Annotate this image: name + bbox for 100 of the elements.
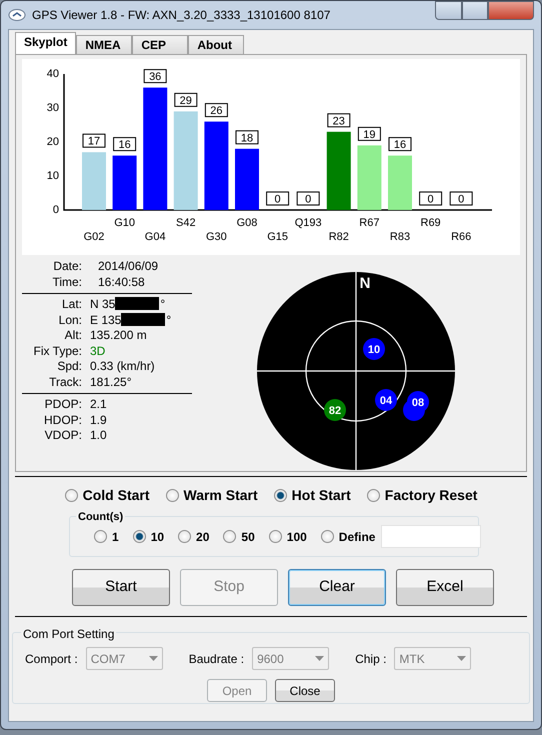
value-label: 36 xyxy=(144,69,167,84)
data-label: 16 xyxy=(118,139,131,152)
caret-icon xyxy=(457,656,466,661)
category-label: R83 xyxy=(390,231,410,243)
caret-icon xyxy=(315,656,324,661)
group-title: Count(s) xyxy=(76,509,126,526)
field-label: Time: xyxy=(51,274,82,290)
field-label: Alt: xyxy=(64,328,82,344)
field-value: 1.0 xyxy=(90,428,107,444)
maximize-button[interactable] xyxy=(462,1,488,20)
field-label: Chip : xyxy=(355,650,386,668)
redaction-block xyxy=(121,312,166,326)
data-label: 18 xyxy=(240,132,254,144)
degree-sign: ° xyxy=(160,297,166,312)
data-label: 23 xyxy=(332,115,345,128)
category-label: Q193 xyxy=(294,217,322,229)
data-label: 0 xyxy=(274,194,281,206)
axis-tick-label: 0 xyxy=(52,204,59,216)
value-label: 0 xyxy=(450,192,473,206)
start-mode-radio[interactable]: Warm Start xyxy=(166,485,258,506)
value-label: 18 xyxy=(236,130,258,144)
field-value: 0.33 (km/hr) xyxy=(90,359,155,374)
count-radio[interactable]: 1 xyxy=(94,528,119,546)
category-label: G02 xyxy=(84,231,104,243)
field-label: Lat: xyxy=(60,297,82,312)
fix-type-value: 3D xyxy=(90,344,106,359)
dropdown-value: COM7 xyxy=(90,650,126,668)
port-button[interactable]: Close xyxy=(275,679,335,702)
field-value: 135.200 m xyxy=(90,328,147,344)
data-label: 19 xyxy=(363,128,376,141)
dropdown[interactable]: 9600 xyxy=(252,647,330,670)
count-radio[interactable]: 10 xyxy=(132,528,164,546)
field-value: N 35 xyxy=(90,297,116,312)
count-radio[interactable]: 20 xyxy=(178,528,210,546)
north-label: N xyxy=(360,275,370,292)
action-button[interactable]: Excel xyxy=(396,569,494,606)
category-label: G10 xyxy=(114,217,135,229)
category-label: G08 xyxy=(236,217,258,229)
field-value: 2.1 xyxy=(90,397,107,412)
value-label: 17 xyxy=(82,134,106,148)
satellite-marker: 04 xyxy=(375,389,397,411)
field-value: E 135 xyxy=(90,312,122,328)
dropdown[interactable]: COM7 xyxy=(86,647,163,670)
field-value: 16:40:58 xyxy=(97,274,145,290)
action-button[interactable]: Start xyxy=(72,569,170,606)
tab[interactable]: About xyxy=(188,35,244,54)
field-label: Comport : xyxy=(25,650,78,668)
data-label: 26 xyxy=(210,105,223,118)
category-label: G30 xyxy=(206,231,227,243)
start-mode-radio[interactable]: Hot Start xyxy=(274,485,351,506)
start-mode-radio[interactable]: Factory Reset xyxy=(366,485,478,506)
value-label: 16 xyxy=(388,137,412,152)
field-label: Track: xyxy=(48,374,82,390)
app-icon xyxy=(8,8,26,22)
value-label: 0 xyxy=(419,192,442,206)
field-value: 1.9 xyxy=(90,412,107,428)
close-button[interactable] xyxy=(488,1,534,20)
data-label: 16 xyxy=(394,139,406,152)
value-label: 19 xyxy=(358,126,381,141)
field-label: Baudrate : xyxy=(188,650,244,668)
satellite-marker: 10 xyxy=(363,338,385,360)
window-title: GPS Viewer 1.8 - FW: AXN_3.20_3333_13101600 8107 xyxy=(32,7,330,24)
field-value: 2014/06/09 xyxy=(97,259,158,274)
satellite-marker: 82 xyxy=(324,399,346,421)
field-label: VDOP: xyxy=(44,428,82,444)
field-label: Date: xyxy=(52,259,82,274)
category-label: G04 xyxy=(144,231,166,243)
start-mode-radio[interactable]: Cold Start xyxy=(64,485,150,506)
count-radio[interactable]: 50 xyxy=(223,528,255,546)
field-label: PDOP: xyxy=(44,397,82,412)
field-value: 181.25° xyxy=(90,374,132,390)
minimize-button[interactable] xyxy=(435,1,462,20)
axis-tick-label: 30 xyxy=(46,102,59,114)
value-label: 29 xyxy=(174,92,198,107)
data-label: 17 xyxy=(88,136,100,148)
category-label: R69 xyxy=(420,217,441,229)
data-label: 0 xyxy=(458,194,464,206)
count-radio[interactable]: 100 xyxy=(268,528,307,546)
field-label: Fix Type: xyxy=(32,344,82,359)
value-label: 26 xyxy=(204,103,228,118)
value-label: 23 xyxy=(327,113,350,128)
field-label: Lon: xyxy=(58,312,82,328)
category-label: G15 xyxy=(267,231,288,243)
action-button[interactable]: Clear xyxy=(288,569,386,606)
data-label: 29 xyxy=(180,94,192,107)
degree-sign: ° xyxy=(166,312,172,328)
tab[interactable]: CEP xyxy=(132,35,188,54)
dropdown[interactable]: MTK xyxy=(394,647,472,670)
category-label: S42 xyxy=(176,217,196,229)
dropdown-value: 9600 xyxy=(257,650,284,668)
axis-tick-label: 20 xyxy=(46,136,59,148)
field-label: Spd: xyxy=(56,359,82,374)
tab[interactable]: Skyplot xyxy=(15,32,76,54)
count-radio[interactable]: Define xyxy=(320,528,376,546)
category-label: R66 xyxy=(451,231,472,243)
define-input-field[interactable] xyxy=(381,525,482,548)
value-label: 0 xyxy=(296,192,320,206)
dropdown-value: MTK xyxy=(399,650,425,668)
value-label: 0 xyxy=(266,192,290,206)
tab[interactable]: NMEA xyxy=(76,35,132,54)
